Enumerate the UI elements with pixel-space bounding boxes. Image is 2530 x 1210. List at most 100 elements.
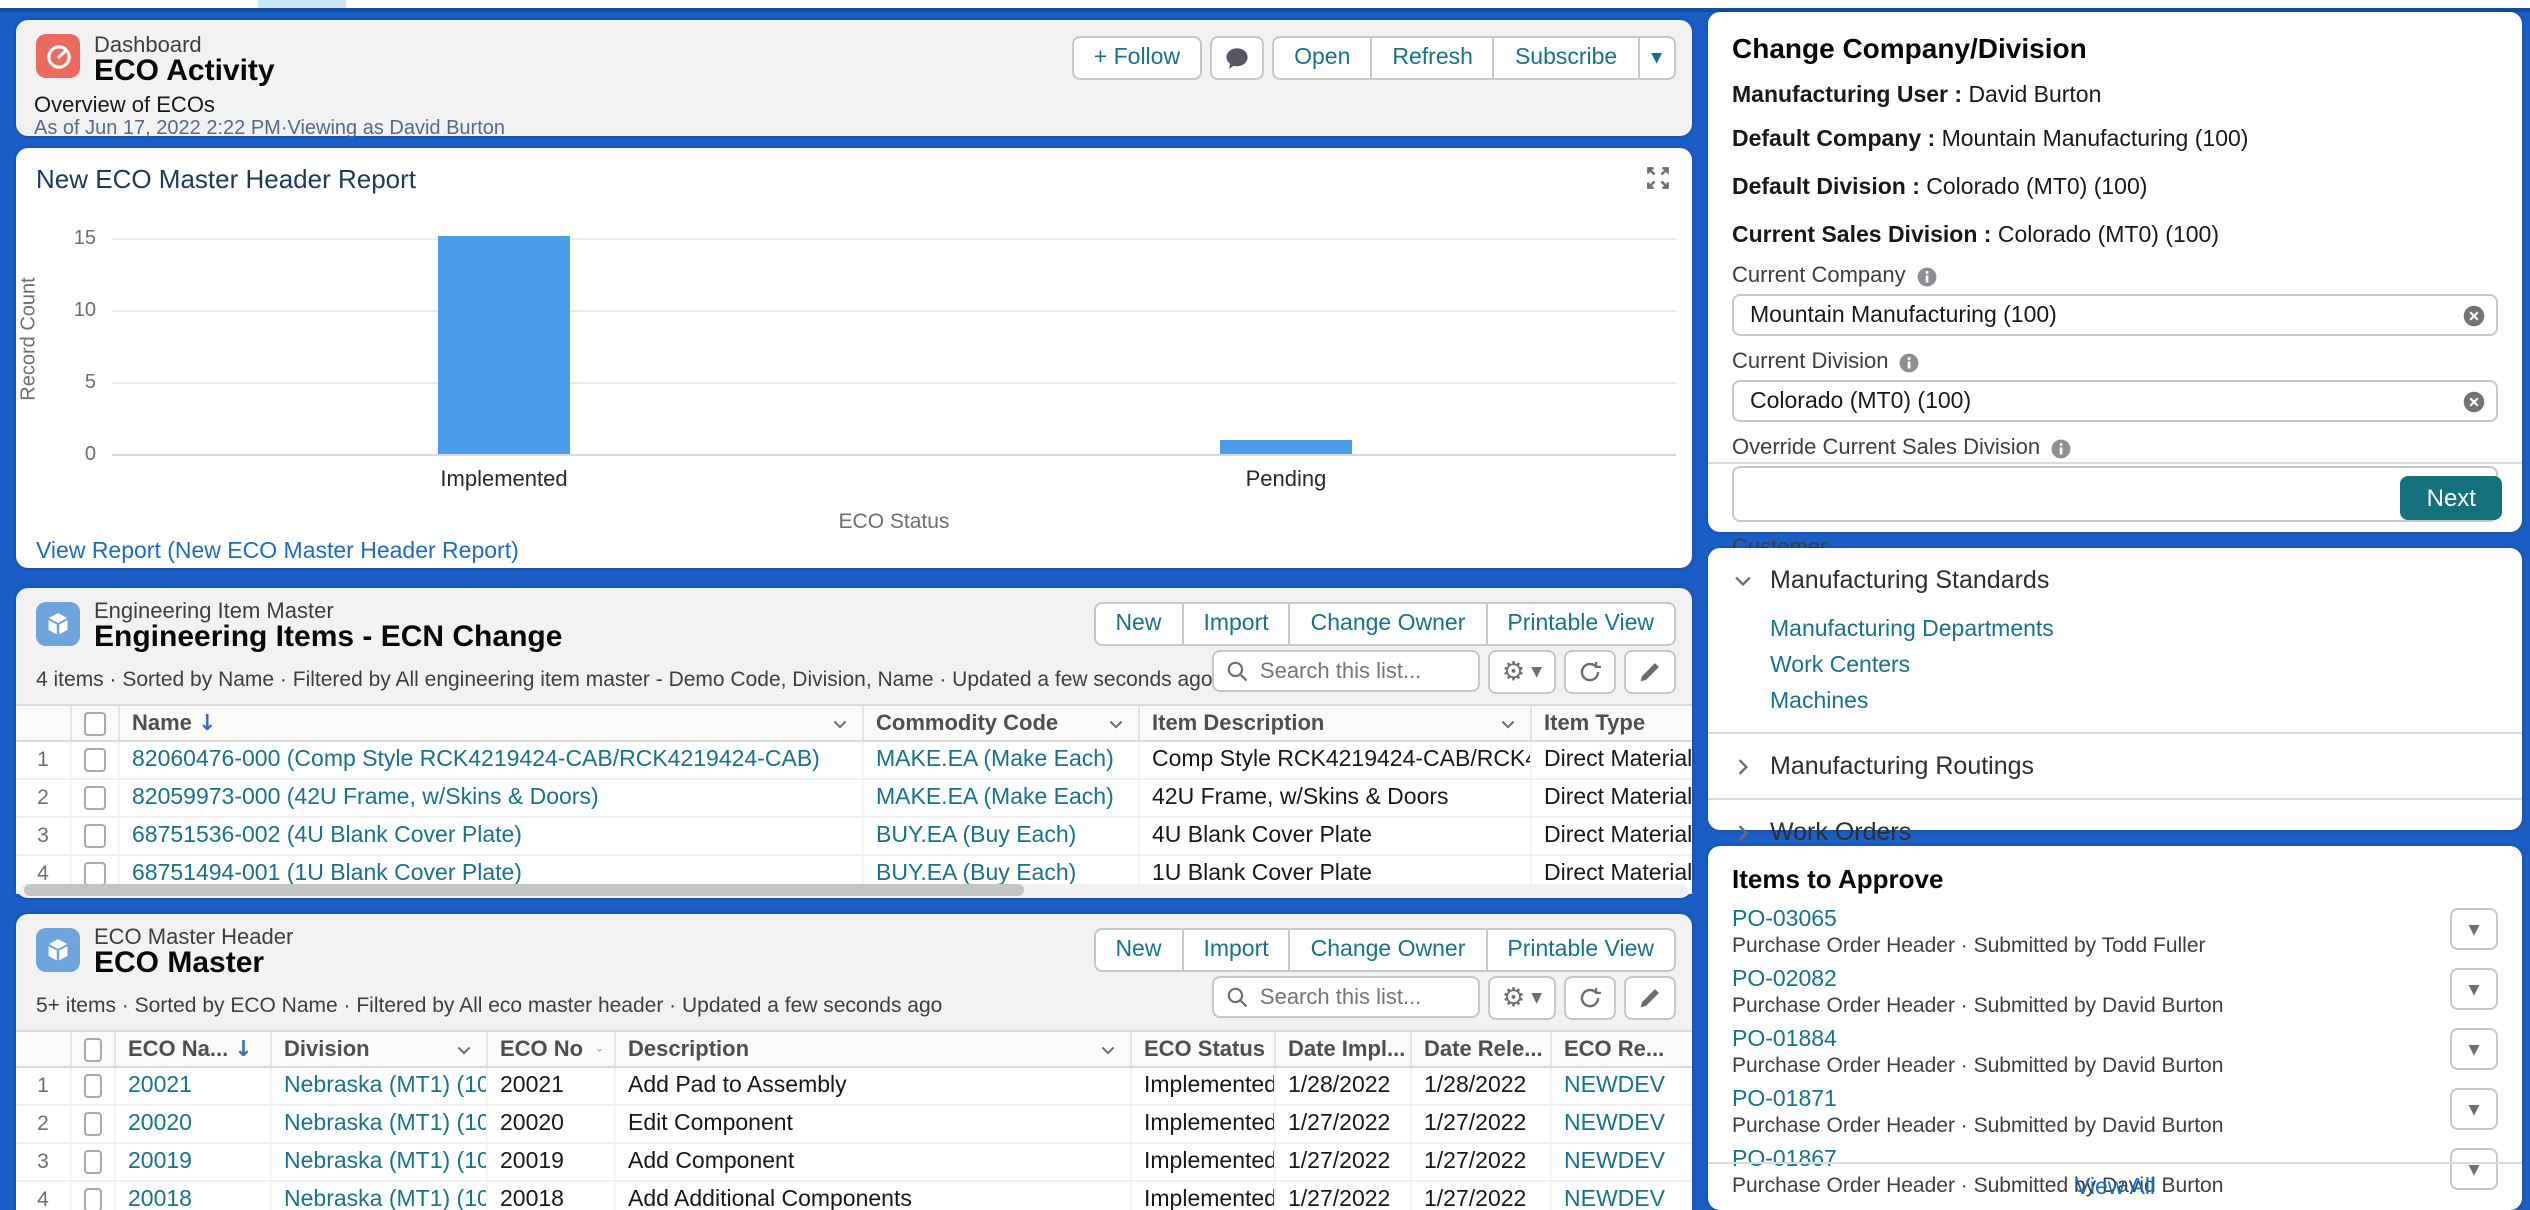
expand-icon[interactable] (1644, 164, 1672, 192)
eco-link[interactable]: 20020 (128, 1112, 192, 1136)
eng-import-button[interactable]: Import (1183, 602, 1290, 646)
current-company-input[interactable] (1732, 294, 2498, 336)
eco-search-input[interactable] (1256, 983, 1466, 1011)
division-link[interactable]: Nebraska (MT1) (101) (284, 1188, 488, 1210)
next-button[interactable]: Next (2401, 476, 2502, 520)
eco-col-name[interactable]: ECO Na...↓ (116, 1032, 272, 1066)
subscribe-button[interactable]: Subscribe (1495, 36, 1639, 80)
view-all-link[interactable]: View All (1708, 1176, 2522, 1200)
clear-icon[interactable] (2462, 303, 2486, 327)
eng-item-link[interactable]: 68751494-001 (1U Blank Cover Plate) (132, 862, 522, 886)
eco-col-eco-no[interactable]: ECO No (488, 1032, 616, 1066)
eco-link[interactable]: 20019 (128, 1150, 192, 1174)
row-checkbox[interactable] (84, 1150, 102, 1174)
bar-implemented[interactable] (438, 236, 570, 454)
eng-edit-button[interactable] (1624, 650, 1676, 694)
manufacturing-routings-section[interactable]: Manufacturing Routings (1732, 752, 2498, 780)
info-icon[interactable] (2050, 437, 2072, 459)
eng-col-name[interactable]: Name↓ (120, 706, 864, 740)
scrollbar-thumb[interactable] (24, 884, 1024, 896)
eco-new-button[interactable]: New (1093, 928, 1183, 972)
eng-col-description[interactable]: Item Description (1140, 706, 1532, 740)
view-report-link[interactable]: View Report (New ECO Master Header Repor… (36, 540, 519, 564)
bar-pending[interactable] (1220, 440, 1352, 454)
po-link[interactable]: PO-03065 (1732, 908, 1837, 932)
eco-settings-button[interactable]: ⚙ ▼ (1488, 976, 1556, 1020)
row-checkbox[interactable] (84, 1074, 102, 1098)
eco-refresh-button[interactable] (1564, 976, 1616, 1020)
eco-col-date-rel[interactable]: Date Rele... (1412, 1032, 1552, 1066)
work-centers-link[interactable]: Work Centers (1770, 654, 2498, 678)
row-checkbox[interactable] (84, 1188, 102, 1210)
row-checkbox[interactable] (84, 862, 106, 886)
work-orders-section[interactable]: Work Orders (1732, 818, 2498, 846)
po-link[interactable]: PO-01867 (1732, 1148, 1837, 1172)
row-checkbox[interactable] (84, 1112, 102, 1136)
open-button[interactable]: Open (1272, 36, 1372, 80)
eng-settings-button[interactable]: ⚙ ▼ (1488, 650, 1556, 694)
row-checkbox[interactable] (84, 786, 106, 810)
approval-actions-button[interactable]: ▼ (2450, 1028, 2498, 1070)
follow-button[interactable]: + Follow (1072, 36, 1202, 80)
machines-link[interactable]: Machines (1770, 690, 2498, 714)
eng-new-button[interactable]: New (1093, 602, 1183, 646)
approval-actions-button[interactable]: ▼ (2450, 1088, 2498, 1130)
eco-col-date-impl[interactable]: Date Impl... (1276, 1032, 1412, 1066)
current-division-field[interactable] (1732, 380, 2498, 422)
po-link[interactable]: PO-02082 (1732, 968, 1837, 992)
commodity-link[interactable]: BUY.EA (Buy Each) (876, 862, 1076, 886)
eco-change-owner-button[interactable]: Change Owner (1291, 928, 1488, 972)
eng-col-type[interactable]: Item Type (1532, 706, 1692, 740)
po-link[interactable]: PO-01884 (1732, 1028, 1837, 1052)
current-division-input[interactable] (1732, 380, 2498, 422)
info-icon[interactable] (1899, 351, 1921, 373)
eco-reason-link[interactable]: NEWDEV (1564, 1074, 1665, 1098)
select-all-checkbox[interactable] (84, 1037, 102, 1061)
division-link[interactable]: Nebraska (MT1) (101) (284, 1150, 488, 1174)
eng-search-box[interactable] (1212, 650, 1480, 692)
row-checkbox[interactable] (84, 824, 106, 848)
override-sales-division-field[interactable] (1732, 466, 2498, 522)
eco-col-eco-re[interactable]: ECO Re... (1552, 1032, 1692, 1066)
eng-item-link[interactable]: 82060476-000 (Comp Style RCK4219424-CAB/… (132, 748, 820, 772)
eco-reason-link[interactable]: NEWDEV (1564, 1150, 1665, 1174)
clear-icon[interactable] (2462, 389, 2486, 413)
eng-refresh-button[interactable] (1564, 650, 1616, 694)
eng-printable-view-button[interactable]: Printable View (1487, 602, 1676, 646)
eco-reason-link[interactable]: NEWDEV (1564, 1188, 1665, 1210)
eco-import-button[interactable]: Import (1183, 928, 1290, 972)
select-all-checkbox[interactable] (84, 711, 106, 735)
eco-col-description[interactable]: Description (616, 1032, 1132, 1066)
po-link[interactable]: PO-01871 (1732, 1088, 1837, 1112)
eco-col-status[interactable]: ECO Status (1132, 1032, 1276, 1066)
eng-change-owner-button[interactable]: Change Owner (1291, 602, 1488, 646)
approval-actions-button[interactable]: ▼ (2450, 968, 2498, 1010)
info-icon[interactable] (1916, 265, 1938, 287)
eco-edit-button[interactable] (1624, 976, 1676, 1020)
eng-item-link[interactable]: 82059973-000 (42U Frame, w/Skins & Doors… (132, 786, 599, 810)
commodity-link[interactable]: BUY.EA (Buy Each) (876, 824, 1076, 848)
manufacturing-departments-link[interactable]: Manufacturing Departments (1770, 618, 2498, 642)
division-link[interactable]: Nebraska (MT1) (101) (284, 1074, 488, 1098)
eco-col-division[interactable]: Division (272, 1032, 488, 1066)
commodity-link[interactable]: MAKE.EA (Make Each) (876, 748, 1114, 772)
dashboard-more-actions-button[interactable]: ▼ (1639, 36, 1676, 80)
horizontal-scrollbar[interactable] (20, 884, 1688, 896)
current-company-field[interactable] (1732, 294, 2498, 336)
override-sales-division-input[interactable] (1732, 466, 2498, 522)
eco-link[interactable]: 20018 (128, 1188, 192, 1210)
eco-search-box[interactable] (1212, 976, 1480, 1018)
eco-printable-view-button[interactable]: Printable View (1487, 928, 1676, 972)
commodity-link[interactable]: MAKE.EA (Make Each) (876, 786, 1114, 810)
refresh-button[interactable]: Refresh (1372, 36, 1495, 80)
eng-col-commodity[interactable]: Commodity Code (864, 706, 1140, 740)
approval-actions-button[interactable]: ▼ (2450, 908, 2498, 950)
eco-link[interactable]: 20021 (128, 1074, 192, 1098)
manufacturing-standards-section[interactable]: Manufacturing Standards (1732, 566, 2498, 594)
eng-search-input[interactable] (1256, 657, 1466, 685)
feed-button[interactable] (1210, 36, 1264, 80)
eco-reason-link[interactable]: NEWDEV (1564, 1112, 1665, 1136)
row-checkbox[interactable] (84, 748, 106, 772)
eng-item-link[interactable]: 68751536-002 (4U Blank Cover Plate) (132, 824, 522, 848)
division-link[interactable]: Nebraska (MT1) (101) (284, 1112, 488, 1136)
